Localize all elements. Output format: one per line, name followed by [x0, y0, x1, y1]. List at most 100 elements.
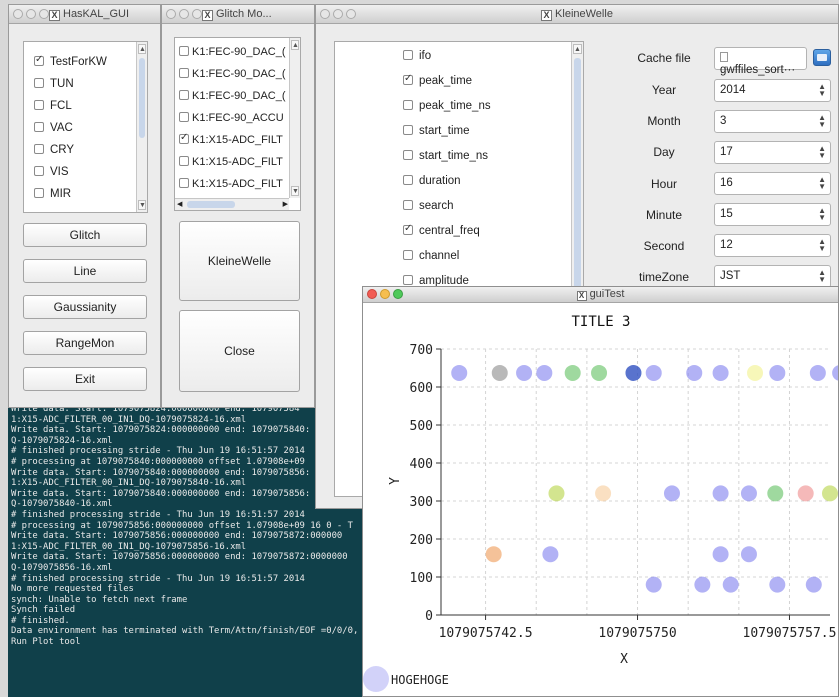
- terminal-line: synch: Unable to fetch next frame: [11, 594, 188, 605]
- checkbox-testforkw[interactable]: TestForKW: [34, 54, 107, 68]
- param-ifo[interactable]: ifo: [403, 50, 431, 62]
- y-tick-label: 100: [410, 571, 433, 586]
- checkbox-box[interactable]: [403, 73, 413, 85]
- checkbox-box[interactable]: [179, 46, 189, 56]
- channel-item[interactable]: K1:FEC-90_DAC_(: [179, 68, 286, 80]
- checkbox-box[interactable]: [34, 122, 44, 132]
- glitch-title-bar[interactable]: X Glitch Mo...: [162, 5, 314, 24]
- scroll-thumb[interactable]: [574, 58, 581, 318]
- list-scrollbar[interactable]: ▲ ▼: [136, 42, 147, 212]
- checkbox-box[interactable]: [34, 188, 44, 198]
- scroll-left-icon[interactable]: ◀: [177, 200, 182, 208]
- exit-button[interactable]: Exit: [23, 367, 147, 391]
- timezone-label: timeZone: [638, 270, 690, 284]
- kleinewelle-title-bar[interactable]: X KleineWelle: [316, 5, 838, 24]
- checkbox-box[interactable]: [403, 200, 413, 210]
- param-search[interactable]: search: [403, 200, 454, 212]
- horizontal-scrollbar[interactable]: ◀ ▶: [175, 198, 289, 210]
- cache-file-field[interactable]: gwffiles_sort···: [714, 47, 807, 76]
- minimize-dot-icon[interactable]: [26, 9, 36, 19]
- rangemon-button[interactable]: RangeMon: [23, 331, 147, 355]
- param-peak-time[interactable]: peak_time: [403, 73, 472, 87]
- checkbox-box[interactable]: [34, 54, 44, 66]
- day-select[interactable]: 17 ▲ ▼: [714, 141, 831, 164]
- channel-item[interactable]: K1:X15-ADC_FILT: [179, 156, 283, 168]
- scroll-up-icon[interactable]: ▲: [138, 44, 146, 54]
- zoom-dot-icon[interactable]: [39, 9, 49, 19]
- month-select[interactable]: 3 ▲ ▼: [714, 110, 831, 133]
- param-peak-time-ns[interactable]: peak_time_ns: [403, 100, 491, 112]
- checkbox-box[interactable]: [403, 150, 413, 160]
- checkbox-box[interactable]: [179, 156, 189, 166]
- param-central-freq[interactable]: central_freq: [403, 223, 480, 237]
- checkbox-tun[interactable]: TUN: [34, 78, 74, 90]
- checkbox-box[interactable]: [403, 125, 413, 135]
- checkbox-box[interactable]: [34, 144, 44, 154]
- checkbox-mir[interactable]: MIR: [34, 188, 71, 200]
- channel-item[interactable]: K1:X15-ADC_FILT: [179, 132, 283, 146]
- checkbox-vac[interactable]: VAC: [34, 122, 73, 134]
- close-button[interactable]: Close: [179, 310, 300, 392]
- scroll-down-icon[interactable]: ▼: [291, 186, 299, 196]
- minimize-dot-icon[interactable]: [179, 9, 189, 19]
- close-dot-icon[interactable]: [13, 9, 23, 19]
- checkbox-fcl[interactable]: FCL: [34, 100, 72, 112]
- gaussianity-button[interactable]: Gaussianity: [23, 295, 147, 319]
- zoom-dot-icon[interactable]: [192, 9, 202, 19]
- checkbox-box[interactable]: [34, 100, 44, 110]
- data-point: [542, 546, 559, 563]
- glitch-button[interactable]: Glitch: [23, 223, 147, 247]
- checkbox-box[interactable]: [403, 100, 413, 110]
- line-button[interactable]: Line: [23, 259, 147, 283]
- scroll-down-icon[interactable]: ▼: [138, 200, 146, 210]
- checkbox-box[interactable]: [403, 50, 413, 60]
- checkbox-cry[interactable]: CRY: [34, 144, 74, 156]
- checkbox-box[interactable]: [403, 250, 413, 260]
- checkbox-box[interactable]: [403, 223, 413, 235]
- checkbox-box[interactable]: [403, 275, 413, 285]
- timezone-select[interactable]: JST ▲ ▼: [714, 265, 831, 288]
- param-start-time[interactable]: start_time: [403, 125, 470, 137]
- checkbox-box[interactable]: [179, 178, 189, 188]
- checkbox-box[interactable]: [179, 90, 189, 100]
- minimize-dot-icon[interactable]: [333, 9, 343, 19]
- year-label: Year: [651, 83, 677, 97]
- minute-select[interactable]: 15 ▲ ▼: [714, 203, 831, 226]
- scroll-up-icon[interactable]: ▲: [573, 44, 582, 54]
- close-dot-icon[interactable]: [367, 289, 377, 299]
- minimize-dot-icon[interactable]: [380, 289, 390, 299]
- checkbox-box[interactable]: [34, 166, 44, 176]
- checkbox-box[interactable]: [179, 112, 189, 122]
- y-tick-label: 500: [410, 419, 433, 434]
- close-dot-icon[interactable]: [166, 9, 176, 19]
- year-select[interactable]: 2014 ▲ ▼: [714, 79, 831, 102]
- checkbox-vis[interactable]: VIS: [34, 166, 69, 178]
- channel-item[interactable]: K1:FEC-90_ACCU: [179, 112, 284, 124]
- checkbox-box[interactable]: [34, 78, 44, 88]
- guitest-title-bar[interactable]: XguiTest: [363, 287, 838, 303]
- param-channel[interactable]: channel: [403, 250, 459, 262]
- open-folder-button[interactable]: [813, 49, 831, 66]
- channel-item[interactable]: K1:FEC-90_DAC_(: [179, 46, 286, 58]
- list-scrollbar[interactable]: ▲ ▼: [289, 38, 300, 198]
- kleinewelle-button[interactable]: KleineWelle: [179, 221, 300, 301]
- data-point: [485, 546, 502, 563]
- zoom-dot-icon[interactable]: [346, 9, 356, 19]
- scroll-thumb[interactable]: [187, 201, 235, 208]
- scroll-up-icon[interactable]: ▲: [291, 40, 299, 50]
- zoom-dot-icon[interactable]: [393, 289, 403, 299]
- channel-label: K1:X15-ADC_FILT: [192, 156, 283, 168]
- checkbox-box[interactable]: [179, 132, 189, 144]
- hour-select[interactable]: 16 ▲ ▼: [714, 172, 831, 195]
- param-start-time-ns[interactable]: start_time_ns: [403, 150, 488, 162]
- channel-item[interactable]: K1:X15-ADC_FILT: [179, 178, 283, 190]
- param-duration[interactable]: duration: [403, 175, 461, 187]
- channel-item[interactable]: K1:FEC-90_DAC_(: [179, 90, 286, 102]
- scroll-right-icon[interactable]: ▶: [283, 200, 288, 208]
- scroll-thumb[interactable]: [139, 58, 145, 138]
- haskal-title-bar[interactable]: X HasKAL_GUI: [9, 5, 160, 24]
- checkbox-box[interactable]: [179, 68, 189, 78]
- checkbox-box[interactable]: [403, 175, 413, 185]
- close-dot-icon[interactable]: [320, 9, 330, 19]
- second-select[interactable]: 12 ▲ ▼: [714, 234, 831, 257]
